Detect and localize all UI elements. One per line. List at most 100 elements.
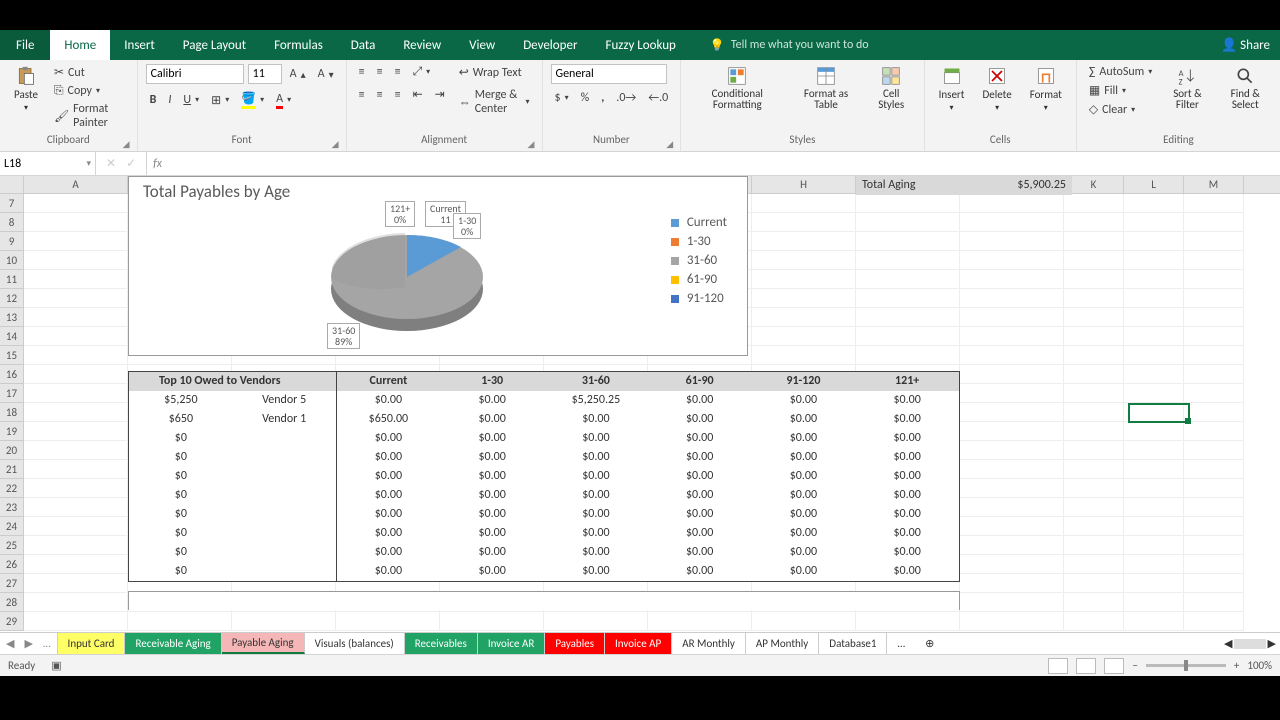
align-bottom-button[interactable]: ≡ [391, 64, 405, 80]
tab-developer[interactable]: Developer [509, 30, 591, 60]
value-cell[interactable]: $0.00 [440, 467, 544, 486]
value-cell[interactable]: $0.00 [440, 505, 544, 524]
autosum-button[interactable]: ∑AutoSum▾ [1085, 64, 1156, 80]
cell-L20[interactable] [1124, 441, 1184, 460]
cell-J29[interactable] [960, 612, 1064, 631]
sheet-tab-receivables[interactable]: Receivables [405, 633, 478, 654]
sheet-tab-invoice-ap[interactable]: Invoice AP [605, 633, 672, 654]
cell-K15[interactable] [1064, 346, 1124, 365]
cell-G29[interactable] [648, 612, 752, 631]
cell-M27[interactable] [1184, 574, 1244, 593]
value-cell[interactable]: $0.00 [752, 467, 856, 486]
fill-color-button[interactable]: 🪣▾ [237, 90, 268, 110]
value-cell[interactable]: $0.00 [648, 467, 752, 486]
tab-view[interactable]: View [455, 30, 509, 60]
macro-record-icon[interactable]: ▣ [51, 659, 61, 672]
cell-J11[interactable] [960, 270, 1064, 289]
cell-L11[interactable] [1124, 270, 1184, 289]
cell-A26[interactable] [24, 555, 128, 574]
tab-formulas[interactable]: Formulas [260, 30, 337, 60]
value-cell[interactable]: $0.00 [544, 448, 648, 467]
italic-button[interactable]: I [164, 92, 175, 108]
cell-K9[interactable] [1064, 232, 1124, 251]
row-header-23[interactable]: 23 [0, 498, 24, 517]
cell-H9[interactable] [752, 232, 856, 251]
cell-M23[interactable] [1184, 498, 1244, 517]
cell-styles-button[interactable]: Cell Styles [867, 64, 916, 112]
cell-F29[interactable] [544, 612, 648, 631]
cell-L15[interactable] [1124, 346, 1184, 365]
row-header-15[interactable]: 15 [0, 346, 24, 365]
cell-K17[interactable] [1064, 384, 1124, 403]
dialog-launcher-icon[interactable]: ◢ [123, 139, 133, 149]
cell-M10[interactable] [1184, 251, 1244, 270]
value-cell[interactable]: $650.00 [337, 410, 441, 429]
increase-decimal-button[interactable]: .0→ [612, 90, 640, 106]
find-select-button[interactable]: Find & Select [1219, 64, 1273, 112]
cell-M8[interactable] [1184, 213, 1244, 232]
tell-me[interactable]: 💡 Tell me what you want to do [710, 30, 869, 60]
border-button[interactable]: ⊞ ▾ [207, 92, 233, 109]
h-scrollbar[interactable]: ◀▶ [1220, 633, 1280, 654]
cell-M14[interactable] [1184, 327, 1244, 346]
cell-K8[interactable] [1064, 213, 1124, 232]
clear-button[interactable]: ◇Clear▾ [1085, 101, 1156, 118]
cell-I8[interactable] [856, 213, 960, 232]
vendor-cell[interactable] [233, 486, 337, 505]
row-header-9[interactable]: 9 [0, 232, 24, 251]
value-cell[interactable]: $0.00 [337, 486, 441, 505]
orientation-button[interactable]: ⤢▾ [409, 64, 435, 80]
sheet-prev-icon[interactable]: ◀ [6, 637, 14, 650]
select-all-corner[interactable] [0, 176, 24, 193]
wrap-text-button[interactable]: ↩Wrap Text [455, 64, 534, 81]
vendor-cell[interactable] [233, 543, 337, 562]
cell-E29[interactable] [440, 612, 544, 631]
col-header-M[interactable]: M [1184, 176, 1244, 193]
row-header-13[interactable]: 13 [0, 308, 24, 327]
value-cell[interactable]: $0.00 [855, 467, 959, 486]
col-header-K[interactable]: K [1064, 176, 1124, 193]
value-cell[interactable]: $0.00 [855, 543, 959, 562]
format-painter-button[interactable]: 🖌Format Painter [50, 101, 129, 131]
cell-A16[interactable] [24, 365, 128, 384]
formula-input[interactable] [168, 152, 1280, 175]
font-size-combo[interactable] [248, 64, 282, 84]
col-header-A[interactable]: A [24, 176, 128, 193]
worksheet-grid[interactable]: ABCDEFGHIJKLM 78910111213141516171819202… [0, 176, 1280, 632]
cell-L25[interactable] [1124, 536, 1184, 555]
value-cell[interactable]: $0.00 [752, 448, 856, 467]
value-cell[interactable]: $0.00 [440, 524, 544, 543]
cell-J25[interactable] [960, 536, 1064, 555]
cell-J28[interactable] [960, 593, 1064, 612]
cell-L24[interactable] [1124, 517, 1184, 536]
value-cell[interactable]: $0.00 [752, 524, 856, 543]
cell-A20[interactable] [24, 441, 128, 460]
row-header-22[interactable]: 22 [0, 479, 24, 498]
value-cell[interactable]: $0.00 [337, 524, 441, 543]
value-cell[interactable]: $0.00 [337, 467, 441, 486]
value-cell[interactable]: $0.00 [648, 543, 752, 562]
page-layout-button[interactable] [1076, 658, 1096, 674]
sheet-tab-ar-monthly[interactable]: AR Monthly [672, 633, 746, 654]
cell-K10[interactable] [1064, 251, 1124, 270]
accounting-button[interactable]: $ ▾ [551, 90, 573, 106]
align-left-button[interactable]: ≡ [355, 87, 369, 103]
dialog-launcher-icon[interactable]: ◢ [666, 139, 676, 149]
row-header-14[interactable]: 14 [0, 327, 24, 346]
cell-K12[interactable] [1064, 289, 1124, 308]
cell-J7[interactable] [960, 194, 1064, 213]
cell-L23[interactable] [1124, 498, 1184, 517]
cell-I29[interactable] [856, 612, 960, 631]
value-cell[interactable]: $0.00 [855, 562, 959, 581]
cell-L22[interactable] [1124, 479, 1184, 498]
cell-M22[interactable] [1184, 479, 1244, 498]
cell-H12[interactable] [752, 289, 856, 308]
copy-button[interactable]: ⎘Copy▾ [50, 83, 129, 99]
value-cell[interactable]: $0.00 [752, 391, 856, 410]
pie-chart[interactable]: Total Payables by Age 121+0% Current11 1… [128, 176, 748, 356]
value-cell[interactable]: $0.00 [544, 562, 648, 581]
cell-J21[interactable] [960, 460, 1064, 479]
cell-K18[interactable] [1064, 403, 1124, 422]
cell-M16[interactable] [1184, 365, 1244, 384]
cell-L26[interactable] [1124, 555, 1184, 574]
